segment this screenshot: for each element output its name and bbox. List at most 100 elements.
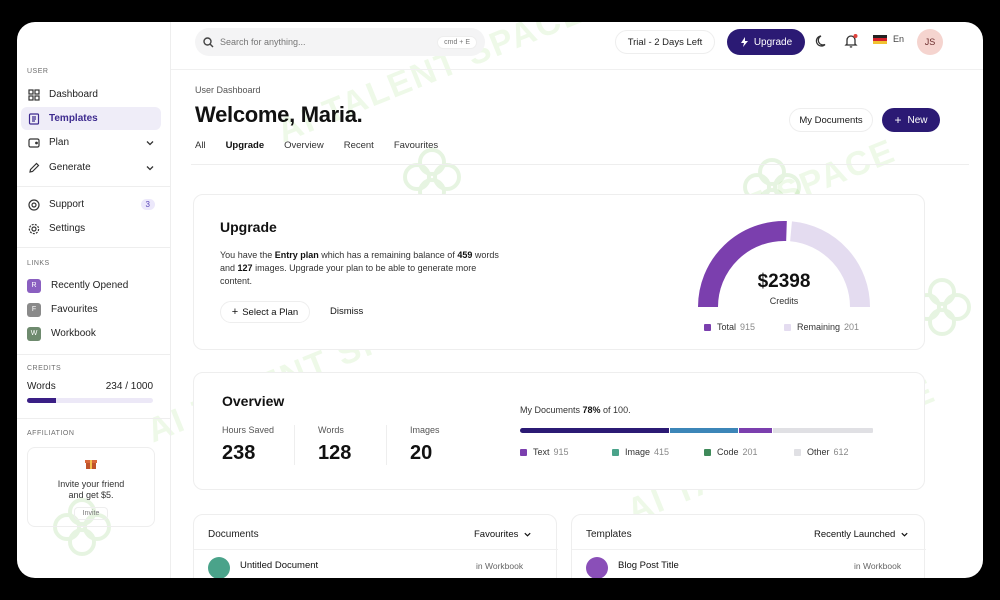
legend-label: Other [807,447,830,457]
upgrade-button[interactable]: Upgrade [727,29,805,55]
sidebar-item-label: Settings [49,223,86,234]
sidebar-item-dashboard[interactable]: Dashboard [21,83,161,106]
sidebar-item-label: Recently Opened [51,280,129,291]
row-divider [572,549,926,550]
tab-favourites[interactable]: Favourites [394,140,438,151]
legend-other: Other 612 [794,447,849,457]
credits-value: 234 / 1000 [105,381,153,392]
legend-value: 612 [833,447,849,457]
language-label: En [893,34,905,44]
tab-upgrade[interactable]: Upgrade [226,140,265,151]
overview-card: Overview Hours Saved 238 Words 128 Image… [193,372,925,490]
credits-label: Credits [769,296,799,306]
usage-percent: 78% [582,405,601,415]
template-row-location: in Workbook [854,561,902,571]
tab-overview[interactable]: Overview [284,140,324,151]
plus-icon: + [894,113,902,127]
invite-button[interactable]: Invite [73,507,109,520]
bell-icon[interactable] [843,33,859,49]
gear-icon [27,222,41,236]
sidebar-links-heading: LINKS [27,260,50,267]
sidebar-item-settings[interactable]: Settings [21,217,161,240]
chevron-down-icon[interactable] [145,163,155,173]
credits-progress-bar [27,398,153,403]
moon-icon[interactable] [815,34,829,48]
search-shortcut-hint: cmd + E [437,35,477,49]
invite-card: Invite your friend and get $5. Invite [27,447,155,527]
document-row-title[interactable]: Untitled Document [240,560,318,571]
chevron-down-icon[interactable] [145,138,155,148]
sidebar: USER Dashboard Templates Plan Generate S… [17,22,171,578]
tab-all[interactable]: All [195,140,206,151]
tab-recent[interactable]: Recent [344,140,374,151]
language-selector[interactable]: En [873,34,904,44]
usage-segment-text [520,428,670,433]
sidebar-item-label: Plan [49,137,70,148]
sidebar-link-recently-opened[interactable]: R Recently Opened [21,274,161,297]
sidebar-item-label: Templates [49,113,98,124]
legend-remaining: Remaining 201 [784,322,859,332]
documents-card: Documents Favourites Untitled Document i… [193,514,558,578]
usage-text: of 100. [600,405,631,415]
upgrade-desc-text: You have the [220,250,275,260]
document-thumbnail [208,557,230,578]
dismiss-button[interactable]: Dismiss [330,306,363,317]
wallet-icon [27,136,41,150]
stat-value: 238 [222,442,256,464]
sidebar-affiliation-heading: AFFILIATION [27,430,75,437]
upgrade-desc-text: which has a remaining balance of [318,250,458,260]
legend-code: Code 201 [704,447,758,457]
dropdown-label: Recently Launched [814,529,896,540]
my-documents-button[interactable]: My Documents [789,108,873,132]
sidebar-item-label: Dashboard [49,89,98,100]
sidebar-user-heading: USER [27,68,49,75]
sidebar-item-support[interactable]: Support 3 [21,193,161,216]
invite-text-line: and get $5. [68,490,114,500]
legend-label: Image [625,447,651,457]
legend-value: 915 [553,447,569,457]
germany-flag-icon [873,34,887,44]
legend-swatch [794,448,801,456]
link-letter-badge: F [27,302,41,317]
upgrade-card-title: Upgrade [220,219,277,235]
new-button-label: New [907,114,928,126]
select-plan-button[interactable]: + Select a Plan [220,301,310,323]
documents-card-title: Documents [208,529,259,540]
legend-label: Code [717,447,739,457]
document-row-location: in Workbook [476,561,524,571]
trial-status-pill[interactable]: Trial - 2 Days Left [615,30,715,54]
sidebar-divider [17,354,171,355]
search-input[interactable] [220,37,420,47]
stat-divider [386,425,387,465]
templates-filter-dropdown[interactable]: Recently Launched [814,529,909,540]
legend-value: 201 [844,322,860,332]
sidebar-item-plan[interactable]: Plan [21,131,161,154]
upgrade-card: Upgrade You have the Entry plan which ha… [193,194,925,350]
new-button[interactable]: + New [882,108,940,132]
avatar[interactable]: JS [917,29,943,55]
usage-stacked-bar [520,428,874,433]
documents-filter-dropdown[interactable]: Favourites [474,529,532,540]
search-bar[interactable]: cmd + E [195,28,485,56]
credits-row: Words 234 / 1000 [27,381,153,392]
lightning-icon [740,37,748,47]
stat-label: Images [410,425,440,435]
search-icon [203,36,214,47]
stat-label: Words [318,425,344,435]
usage-segment-code [739,428,773,433]
sidebar-item-templates[interactable]: Templates [21,107,161,130]
usage-segment-other [773,428,873,433]
legend-label: Total [717,322,737,332]
legend-total: Total 915 [704,322,755,332]
template-thumbnail [586,557,608,578]
sidebar-link-favourites[interactable]: F Favourites [21,298,161,321]
sidebar-link-workbook[interactable]: W Workbook [21,322,161,345]
app-screen: AI TALENT SPACE AI TALENT SPACE AI TALEN… [17,22,983,578]
lifebuoy-icon [27,198,41,212]
upgrade-desc-text: images. Upgrade your plan to be able to … [220,263,477,286]
legend-swatch [612,448,619,456]
sidebar-item-generate[interactable]: Generate [21,156,161,179]
legend-text: Text 915 [520,447,569,457]
upgrade-description: You have the Entry plan which has a rema… [220,249,500,288]
template-row-title[interactable]: Blog Post Title [618,560,679,571]
